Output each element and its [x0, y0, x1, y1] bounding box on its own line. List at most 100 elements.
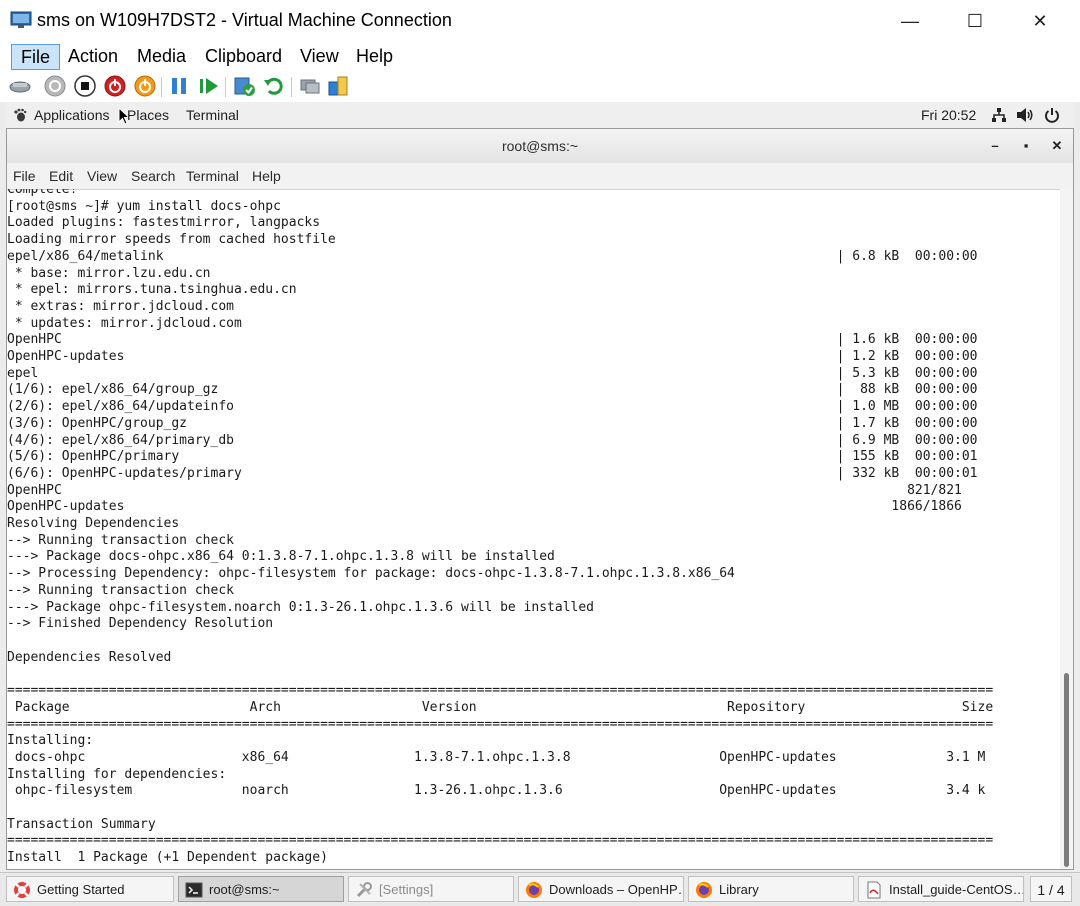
- terminal-menu-view[interactable]: View: [87, 163, 117, 189]
- terminal-close-button[interactable]: ✕: [1045, 129, 1069, 163]
- menu-help[interactable]: Help: [346, 44, 403, 68]
- save-state-icon[interactable]: [133, 74, 157, 98]
- task-label: Install_guide-CentOS…: [889, 882, 1024, 897]
- minimize-button[interactable]: —: [880, 0, 940, 40]
- terminal-line: ---> Package ohpc-filesystem.noarch 0:1.…: [7, 599, 594, 615]
- shut-down-icon[interactable]: [103, 74, 127, 98]
- clock[interactable]: Fri 20:52: [921, 102, 976, 128]
- terminal-line: [root@sms ~]# yum install docs-ohpc: [7, 198, 281, 214]
- terminal-maximize-button[interactable]: ▪: [1014, 129, 1038, 163]
- terminal-line: * epel: mirrors.tuna.tsinghua.edu.cn: [7, 282, 297, 298]
- terminal-title: root@sms:~: [501, 138, 579, 154]
- terminal-output[interactable]: Complete! [root@sms ~]# yum install docs-…: [7, 189, 1059, 869]
- terminal-menu-search[interactable]: Search: [131, 163, 175, 189]
- terminal-line: Transaction Summary: [7, 816, 156, 832]
- vm-menu-bar: File Action Media Clipboard View Help: [0, 40, 1080, 72]
- terminal-line: Install 1 Package (+1 Dependent package): [7, 850, 328, 866]
- terminal-app-menu[interactable]: Terminal: [186, 102, 239, 128]
- share-icon[interactable]: [326, 74, 350, 98]
- revert-icon[interactable]: [262, 74, 286, 98]
- terminal-line: OpenHPC-updates | 1.2 kB 00:00:00: [7, 349, 978, 365]
- terminal-line: --> Finished Dependency Resolution: [7, 616, 274, 632]
- workspace-indicator[interactable]: 1 / 4: [1030, 876, 1072, 902]
- places-menu[interactable]: Places: [127, 102, 169, 128]
- resume-icon[interactable]: [197, 74, 221, 98]
- terminal-line: OpenHPC 821/821: [7, 482, 962, 498]
- terminal-line: Resolving Dependencies: [7, 516, 180, 532]
- terminal-minimize-button[interactable]: –: [983, 129, 1007, 163]
- task-downloads[interactable]: Downloads – OpenHP…: [518, 876, 684, 902]
- terminal-scrollbar[interactable]: [1060, 189, 1073, 869]
- settings-tools-icon: [356, 882, 372, 898]
- close-button[interactable]: ✕: [1010, 0, 1070, 40]
- scrollbar-thumb[interactable]: [1064, 673, 1069, 867]
- volume-icon[interactable]: [1016, 107, 1034, 123]
- task-label: [Settings]: [379, 882, 434, 897]
- terminal-line: Complete!: [7, 189, 78, 197]
- menu-clipboard[interactable]: Clipboard: [195, 44, 292, 68]
- terminal-line: * updates: mirror.jdcloud.com: [7, 315, 242, 331]
- terminal-line: OpenHPC | 1.6 kB 00:00:00: [7, 332, 978, 348]
- checkpoint-icon[interactable]: [232, 74, 256, 98]
- terminal-line: ========================================…: [7, 683, 994, 699]
- power-icon[interactable]: [1044, 107, 1060, 123]
- ctrl-alt-del-icon[interactable]: [8, 74, 32, 98]
- terminal-line: ========================================…: [7, 716, 994, 732]
- terminal-line: (2/6): epel/x86_64/updateinfo | 1.0 MB 0…: [7, 399, 978, 415]
- task-label: root@sms:~: [209, 882, 280, 897]
- task-settings[interactable]: [Settings]: [348, 876, 514, 902]
- terminal-line: --> Running transaction check: [7, 582, 234, 598]
- vm-title-bar: sms on W109H7DST2 - Virtual Machine Conn…: [0, 0, 1080, 40]
- window-title: sms on W109H7DST2 - Virtual Machine Conn…: [37, 10, 452, 30]
- terminal-line: ========================================…: [7, 833, 994, 849]
- terminal-line: Installing for dependencies:: [7, 766, 227, 782]
- terminal-line: Package Arch Version Repository Size: [7, 699, 994, 715]
- applications-menu[interactable]: Applications: [34, 102, 110, 128]
- menu-view[interactable]: View: [290, 44, 349, 68]
- terminal-line: (6/6): OpenHPC-updates/primary | 332 kB …: [7, 465, 978, 481]
- terminal-line: ohpc-filesystem noarch 1.3-26.1.ohpc.1.3…: [7, 783, 986, 799]
- terminal-menu-bar: File Edit View Search Terminal Help: [7, 163, 1073, 190]
- task-getting-started[interactable]: Getting Started: [6, 876, 174, 902]
- help-lifebuoy-icon: [14, 882, 30, 898]
- menu-file[interactable]: File: [11, 44, 61, 70]
- task-terminal[interactable]: root@sms:~: [178, 876, 344, 902]
- terminal-menu-help[interactable]: Help: [252, 163, 281, 189]
- terminal-menu-edit[interactable]: Edit: [49, 163, 73, 189]
- toolbar-separator: [225, 77, 226, 97]
- maximize-button[interactable]: ☐: [945, 0, 1005, 40]
- terminal-line: (3/6): OpenHPC/group_gz | 1.7 kB 00:00:0…: [7, 415, 978, 431]
- toolbar-separator: [161, 77, 162, 97]
- terminal-line: ---> Package docs-ohpc.x86_64 0:1.3.8-7.…: [7, 549, 555, 565]
- network-icon[interactable]: [991, 107, 1007, 123]
- terminal-icon: [185, 882, 203, 898]
- firefox-icon: [696, 882, 712, 898]
- terminal-line: epel | 5.3 kB 00:00:00: [7, 365, 978, 381]
- terminal-window: root@sms:~ – ▪ ✕ File Edit View Search T…: [6, 128, 1074, 870]
- pause-icon[interactable]: [167, 74, 191, 98]
- terminal-line: docs-ohpc x86_64 1.3.8-7.1.ohpc.1.3.8 Op…: [7, 749, 986, 765]
- vm-toolbar: [0, 72, 1080, 102]
- task-library[interactable]: Library: [688, 876, 854, 902]
- turn-off-icon[interactable]: [73, 74, 97, 98]
- terminal-menu-file[interactable]: File: [13, 163, 36, 189]
- task-label: Library: [719, 882, 759, 897]
- task-install-guide[interactable]: Install_guide-CentOS…: [858, 876, 1024, 902]
- task-label: Getting Started: [37, 882, 125, 897]
- terminal-text: Complete! [root@sms ~]# yum install docs-…: [7, 189, 993, 867]
- vm-connection-icon: [10, 11, 32, 28]
- menu-action[interactable]: Action: [58, 44, 128, 68]
- terminal-title-bar[interactable]: root@sms:~ – ▪ ✕: [7, 129, 1073, 164]
- terminal-menu-terminal[interactable]: Terminal: [186, 163, 239, 189]
- menu-media[interactable]: Media: [127, 44, 196, 68]
- terminal-line: (1/6): epel/x86_64/group_gz | 88 kB 00:0…: [7, 382, 978, 398]
- terminal-line: epel/x86_64/metalink | 6.8 kB 00:00:00: [7, 248, 978, 264]
- basic-session-icon[interactable]: [298, 74, 322, 98]
- start-icon[interactable]: [43, 74, 67, 98]
- terminal-line: --> Processing Dependency: ohpc-filesyst…: [7, 566, 735, 582]
- terminal-line: * base: mirror.lzu.edu.cn: [7, 265, 211, 281]
- terminal-line: Installing:: [7, 733, 94, 749]
- pdf-document-icon: [867, 881, 881, 899]
